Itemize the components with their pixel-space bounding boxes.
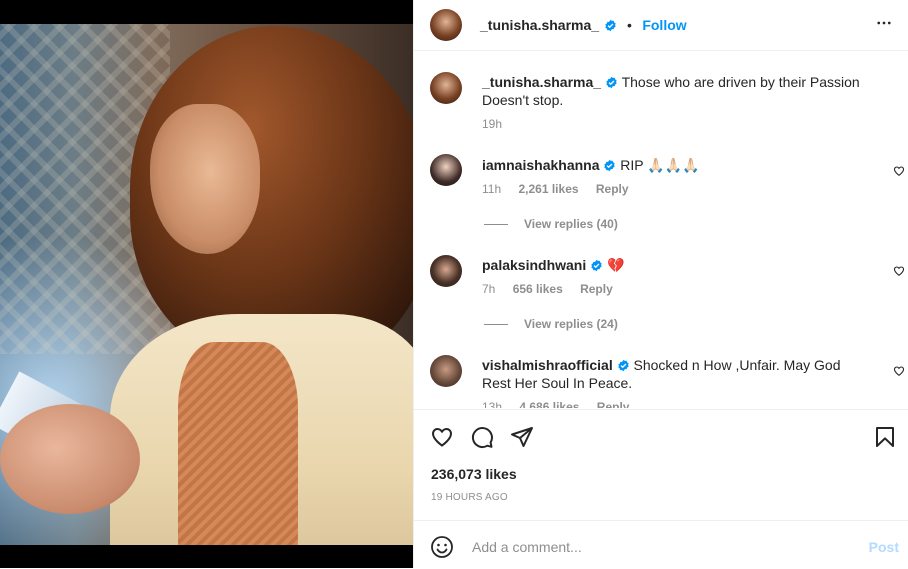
- comment-input[interactable]: [470, 533, 854, 561]
- comment-text-row: iamnaishakhanna RIP 🙏🏻🙏🏻🙏🏻: [482, 156, 882, 174]
- caption-avatar[interactable]: [430, 72, 462, 104]
- follow-button[interactable]: Follow: [642, 17, 686, 33]
- comment-avatar[interactable]: [430, 255, 462, 287]
- caption-text-row: _tunisha.sharma_ Those who are driven by…: [482, 73, 882, 109]
- header-user-row: _tunisha.sharma_ • Follow: [480, 17, 687, 35]
- author-username[interactable]: _tunisha.sharma_: [480, 17, 599, 33]
- comment-likes[interactable]: 2,261 likes: [518, 182, 578, 196]
- verified-icon: [591, 259, 602, 272]
- comment-item: palaksindhwani 💔 7h 656 likes Reply: [482, 256, 882, 296]
- comment-avatar[interactable]: [430, 355, 462, 387]
- comment-username[interactable]: iamnaishakhanna: [482, 157, 600, 173]
- caption-meta: 19h: [482, 117, 882, 131]
- reply-button[interactable]: Reply: [597, 400, 630, 408]
- reply-button[interactable]: Reply: [580, 282, 613, 296]
- emoji-icon[interactable]: [430, 535, 454, 559]
- comment-meta: 7h 656 likes Reply: [482, 282, 882, 296]
- view-replies-line: [484, 324, 508, 326]
- post-photo[interactable]: [0, 24, 413, 545]
- photo-hand: [0, 404, 140, 514]
- author-avatar[interactable]: [430, 9, 462, 41]
- heart-icon[interactable]: [893, 165, 905, 177]
- post-media-pane: [0, 0, 413, 568]
- verified-icon: [617, 359, 629, 372]
- view-replies-line: [484, 224, 508, 226]
- header-separator: •: [626, 17, 632, 33]
- comment-text-row: vishalmishraofficial Shocked n How ,Unfa…: [482, 356, 862, 392]
- post-side-panel: _tunisha.sharma_ • Follow _tunisha.sharm…: [413, 0, 908, 568]
- caption-time: 19h: [482, 117, 503, 131]
- likes-count[interactable]: 236,073 likes: [431, 466, 517, 482]
- verified-icon: [604, 19, 616, 32]
- verified-icon: [604, 159, 616, 172]
- view-replies-label: View replies (40): [524, 217, 618, 231]
- comment-time: 11h: [482, 182, 502, 196]
- more-icon[interactable]: [875, 14, 893, 32]
- view-replies-label: View replies (24): [524, 317, 618, 331]
- comment-item: iamnaishakhanna RIP 🙏🏻🙏🏻🙏🏻 11h 2,261 lik…: [482, 156, 882, 196]
- caption-block: _tunisha.sharma_ Those who are driven by…: [482, 73, 882, 131]
- post-button[interactable]: Post: [869, 539, 899, 555]
- comment-text: RIP 🙏🏻🙏🏻🙏🏻: [620, 157, 700, 173]
- heart-icon[interactable]: [893, 365, 905, 377]
- comment-icon[interactable]: [470, 425, 494, 449]
- instagram-post-modal: _tunisha.sharma_ • Follow _tunisha.sharm…: [0, 0, 908, 568]
- share-icon[interactable]: [510, 425, 534, 449]
- comment-meta: 13h 4,686 likes Reply: [482, 400, 862, 408]
- caption-username[interactable]: _tunisha.sharma_: [482, 74, 601, 90]
- view-replies-button[interactable]: View replies (40): [484, 217, 618, 231]
- comment-item: vishalmishraofficial Shocked n How ,Unfa…: [482, 356, 862, 408]
- comment-username[interactable]: vishalmishraofficial: [482, 357, 613, 373]
- add-comment-bar: Post: [414, 520, 908, 569]
- photo-corset: [178, 342, 298, 545]
- comment-text-row: palaksindhwani 💔: [482, 256, 882, 274]
- comment-likes[interactable]: 656 likes: [513, 282, 563, 296]
- heart-icon[interactable]: [893, 265, 905, 277]
- post-actions: 236,073 likes 19 HOURS AGO: [414, 409, 908, 520]
- post-header: _tunisha.sharma_ • Follow: [414, 0, 908, 51]
- heart-icon[interactable]: [430, 425, 454, 449]
- comment-avatar[interactable]: [430, 154, 462, 186]
- comment-text: 💔: [607, 257, 625, 273]
- comment-username[interactable]: palaksindhwani: [482, 257, 586, 273]
- comments-list[interactable]: _tunisha.sharma_ Those who are driven by…: [414, 51, 908, 408]
- post-timestamp: 19 HOURS AGO: [431, 492, 508, 503]
- verified-icon: [606, 76, 617, 89]
- bookmark-icon[interactable]: [873, 425, 897, 449]
- comment-meta: 11h 2,261 likes Reply: [482, 182, 882, 196]
- comment-time: 7h: [482, 282, 496, 296]
- photo-face: [150, 104, 260, 254]
- view-replies-button[interactable]: View replies (24): [484, 317, 618, 331]
- comment-likes[interactable]: 4,686 likes: [519, 400, 579, 408]
- reply-button[interactable]: Reply: [596, 182, 629, 196]
- comment-time: 13h: [482, 400, 503, 408]
